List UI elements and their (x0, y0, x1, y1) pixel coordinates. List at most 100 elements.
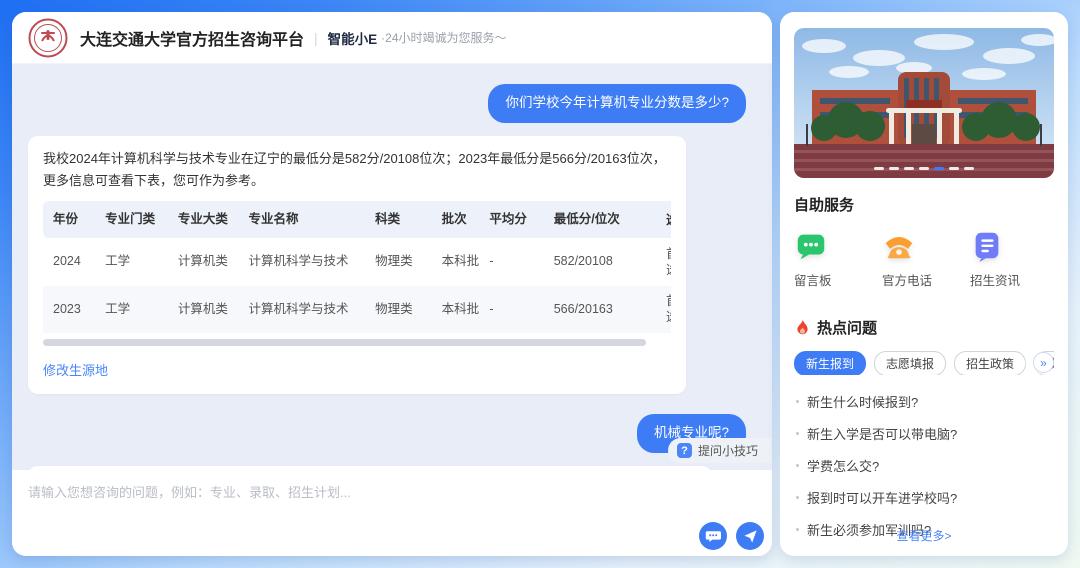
cell-average: - (485, 285, 550, 333)
cell-selection: 首选 (663, 285, 671, 333)
app-header: 大连交通大学官方招生咨询平台 | 智能小E ·24小时竭诚为您服务～ (12, 12, 772, 64)
hot-question-text: 新生入学是否可以带电脑? (807, 426, 958, 442)
cell-year: 2024 (53, 254, 81, 269)
cell-major: 计算机科学与技术 (248, 254, 349, 269)
col-header-class: 专业大类 (173, 201, 245, 239)
carousel-dot[interactable] (949, 167, 959, 170)
carousel-dot[interactable] (874, 167, 884, 170)
hot-question-text: 新生什么时候报到? (807, 394, 919, 410)
carousel-dot[interactable] (889, 167, 899, 170)
chat-input[interactable] (28, 482, 756, 528)
col-header-batch: 批次 (437, 201, 486, 239)
university-logo-icon (28, 18, 68, 57)
table-horizontal-scrollbar[interactable] (43, 338, 646, 346)
page: 大连交通大学官方招生咨询平台 | 智能小E ·24小时竭诚为您服务～ 你们学校今… (0, 0, 1080, 568)
col-header-minscore: 最低分/位次 (549, 201, 664, 239)
cell-class: 计算机类 (177, 254, 228, 269)
cell-major: 计算机科学与技术 (244, 285, 372, 333)
expand-tags-button[interactable]: » (1033, 352, 1054, 373)
campus-photo-carousel (794, 28, 1054, 178)
cell-minscore: 582/20108 (553, 254, 613, 269)
cell-class: 计算机类 (173, 285, 245, 333)
col-header-average: 平均分 (485, 201, 550, 239)
cell-category: 工学 (105, 254, 131, 269)
assistant-tagline: ·24小时竭诚为您服务～ (381, 31, 507, 45)
table-row: 2023 工学 计算机类 计算机科学与技术 物理类 本科批 - 566/2016… (43, 285, 671, 333)
service-item-official-phone[interactable]: 官方电话 (882, 229, 952, 289)
table-row: 2024 工学 计算机类 计算机科学与技术 物理类 本科批 - 582/2010… (43, 238, 671, 285)
carousel-dot[interactable] (904, 167, 914, 170)
hot-topic-tags: 新生报到 志愿填报 招生政策 校园生活 » (794, 351, 1054, 375)
cell-selection: 首选 (664, 238, 671, 285)
hot-question[interactable]: 报到时可以开车进学校吗? (794, 481, 1054, 513)
cell-subject: 物理类 (375, 254, 413, 269)
message-composer (12, 470, 772, 556)
phone-icon (885, 237, 913, 259)
score-table: 年份 专业门类 专业大类 专业名称 科类 批次 平均分 最低分/位次 选 (43, 201, 671, 333)
bot-reply-card: 我校2024年计算机科学与技术专业在辽宁的最低分是582分/20108位次；20… (28, 135, 686, 394)
carousel-dots (794, 167, 1054, 170)
hot-question[interactable]: 新生入学是否可以带电脑? (794, 417, 1054, 449)
service-label: 官方电话 (882, 274, 933, 288)
chat-panel: 大连交通大学官方招生咨询平台 | 智能小E ·24小时竭诚为您服务～ 你们学校今… (12, 12, 772, 556)
col-header-major: 专业名称 (244, 201, 372, 239)
col-header-category: 专业门类 (101, 201, 174, 239)
sidebar: 自助服务 留言板 官方电话 招生资讯 热点问题 新生报到 志愿填报 招生政策 »… (780, 12, 1068, 556)
col-header-selection: 选 (663, 201, 671, 239)
cell-average: - (489, 254, 494, 269)
tag-freshman-checkin[interactable]: 新生报到 (794, 351, 867, 375)
bullet-dot-icon (796, 431, 799, 435)
tag-application[interactable]: 志愿填报 (874, 351, 947, 375)
col-header-year: 年份 (43, 201, 102, 239)
self-service-title: 自助服务 (794, 197, 855, 214)
bot-reply-text: 我校2024年计算机科学与技术专业在辽宁的最低分是582分/20108位次；20… (43, 150, 666, 188)
composer-buttons (699, 522, 764, 550)
hot-question[interactable]: 学费怎么交? (794, 449, 1054, 481)
hot-question[interactable]: 新生什么时候报到? (794, 385, 1054, 417)
hot-question-text: 学费怎么交? (807, 458, 880, 474)
carousel-dot[interactable] (919, 167, 929, 170)
question-mark-icon: ? (676, 443, 692, 458)
quick-chat-button[interactable] (699, 522, 727, 550)
chat-message-area: 你们学校今年计算机专业分数是多少? 我校2024年计算机科学与技术专业在辽宁的最… (12, 64, 772, 470)
cell-minscore: 566/20163 (549, 285, 664, 333)
service-item-message-board[interactable]: 留言板 (794, 229, 864, 289)
modify-origin-link[interactable]: 修改生源地 (43, 360, 108, 382)
flame-icon (797, 319, 808, 335)
message-board-icon (797, 234, 825, 260)
service-label: 招生资讯 (970, 274, 1021, 288)
hot-question-text: 报到时可以开车进学校吗? (807, 490, 958, 506)
carousel-dot[interactable] (964, 167, 974, 170)
send-button[interactable] (736, 522, 764, 550)
self-service-row: 留言板 官方电话 招生资讯 (794, 229, 1054, 289)
hot-topics-header: 热点问题 (794, 317, 1054, 338)
col-header-subject: 科类 (371, 201, 438, 239)
bullet-dot-icon (796, 463, 799, 467)
score-table-wrapper: 年份 专业门类 专业大类 专业名称 科类 批次 平均分 最低分/位次 选 (43, 201, 671, 333)
bullet-dot-icon (796, 399, 799, 403)
table-header-row: 年份 专业门类 专业大类 专业名称 科类 批次 平均分 最低分/位次 选 (43, 201, 671, 239)
cell-batch: 本科批 (441, 254, 480, 269)
chat-bubble-icon (705, 531, 721, 542)
hot-question-list: 新生什么时候报到? 新生入学是否可以带电脑? 学费怎么交? 报到时可以开车进学校… (794, 385, 1054, 545)
cell-category: 工学 (101, 285, 174, 333)
page-title: 大连交通大学官方招生咨询平台 (80, 31, 305, 49)
title-separator: | (314, 29, 318, 46)
view-more-link[interactable]: 查看更多> (780, 527, 1068, 544)
double-chevron-right-icon: » (1040, 355, 1047, 370)
bullet-dot-icon (796, 495, 799, 499)
campus-photo (794, 28, 1054, 178)
cell-year: 2023 (43, 285, 102, 333)
cell-subject: 物理类 (371, 285, 438, 333)
assistant-name: 智能小E (327, 31, 378, 47)
cell-batch: 本科批 (437, 285, 486, 333)
tag-policy[interactable]: 招生政策 (954, 351, 1027, 375)
user-message-bubble: 你们学校今年计算机专业分数是多少? (488, 84, 746, 123)
question-tips-button[interactable]: ? 提问小技巧 (667, 438, 772, 463)
paper-plane-icon (743, 529, 757, 543)
question-tips-label: 提问小技巧 (697, 444, 758, 458)
hot-topics-title: 热点问题 (817, 320, 878, 337)
service-item-admissions-news[interactable]: 招生资讯 (970, 229, 1040, 289)
carousel-dot-active[interactable] (934, 167, 944, 170)
admissions-news-icon (975, 232, 999, 263)
